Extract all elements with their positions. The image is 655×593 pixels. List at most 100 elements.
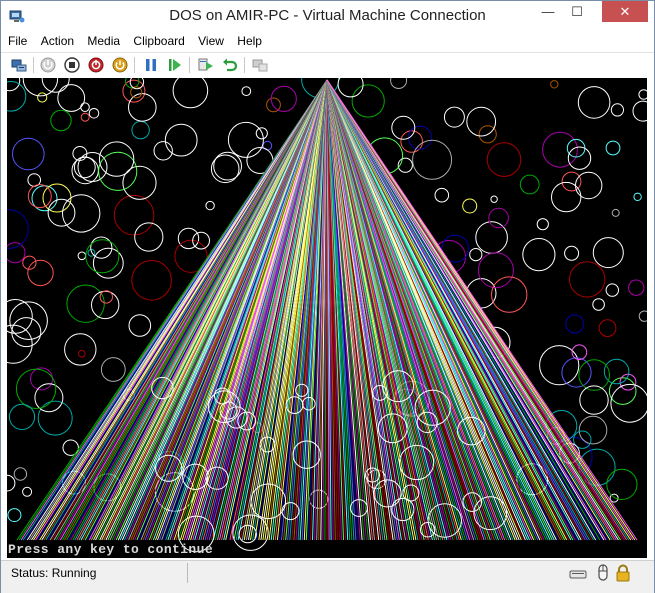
screen-circle (13, 467, 28, 481)
vm-display[interactable]: Press any key to continue (7, 78, 647, 558)
menu-file[interactable]: File (3, 31, 32, 51)
mouse-icon (598, 564, 608, 581)
screen-circle (37, 92, 48, 103)
screen-circle (519, 174, 540, 195)
screen-circle (50, 109, 72, 132)
screen-circle (407, 125, 432, 150)
toolbar-separator (134, 57, 135, 73)
menu-help[interactable]: Help (232, 31, 267, 51)
toolbar (1, 52, 654, 77)
screen-circle (351, 84, 385, 118)
screen-circle (412, 139, 453, 180)
screen-circle (611, 208, 620, 217)
ctrl-alt-del-icon[interactable] (10, 56, 28, 74)
toolbar-separator (189, 57, 190, 73)
lock-icon (616, 564, 630, 582)
screen-circle (41, 78, 70, 93)
screen-circle (205, 200, 215, 211)
screen-circle (47, 198, 76, 227)
minimize-button[interactable]: — (534, 1, 562, 22)
screen-circle (22, 486, 33, 497)
keyboard-icon (569, 570, 587, 579)
screen-circle (391, 115, 416, 140)
screen-circle (598, 319, 617, 338)
screen-circle (592, 298, 605, 311)
status-separator (187, 563, 188, 583)
screen-circle (113, 194, 155, 236)
screen-circle (7, 508, 22, 523)
screen-circle (27, 259, 54, 287)
power-icon[interactable] (111, 56, 129, 74)
menu-bar: File Action Media Clipboard View Help (1, 31, 654, 51)
screen-circle (241, 86, 252, 97)
screen-circle (466, 106, 497, 137)
screen-circle (11, 137, 45, 171)
screen-circle (122, 165, 157, 200)
screen-circle (77, 251, 87, 261)
screen-circle (605, 140, 621, 156)
screen-circle (210, 154, 240, 184)
screen-circle (462, 198, 478, 214)
screen-circle (536, 218, 549, 231)
shut-down-icon[interactable] (87, 56, 105, 74)
toolbar-separator (244, 57, 245, 73)
title-bar[interactable]: DOS on AMIR-PC - Virtual Machine Connect… (1, 1, 654, 31)
screen-circle (7, 324, 33, 364)
screen-circle (578, 415, 608, 445)
screen-circle (270, 85, 297, 112)
screen-circle (638, 89, 647, 100)
status-text: Status: Running (11, 566, 97, 580)
screen-circle (11, 317, 42, 348)
screen-circle (443, 106, 465, 128)
screen-circle (78, 349, 86, 358)
pause-icon[interactable] (142, 56, 160, 74)
status-bar: Status: Running (1, 560, 654, 593)
revert-icon[interactable] (221, 56, 239, 74)
close-button[interactable]: ✕ (602, 1, 648, 22)
maximize-button[interactable]: ☐ (563, 1, 591, 22)
vm-connection-window: DOS on AMIR-PC - Virtual Machine Connect… (0, 0, 655, 593)
screen-circle (100, 357, 126, 382)
screen-circle (227, 121, 264, 158)
screen-circle (91, 290, 120, 320)
console-prompt: Press any key to continue (8, 542, 214, 557)
menu-media[interactable]: Media (82, 31, 125, 51)
screen-circle (434, 187, 450, 203)
screen-circle (131, 260, 172, 301)
save-state-icon[interactable] (197, 56, 215, 74)
toolbar-separator (33, 57, 34, 73)
resume-icon[interactable] (166, 56, 184, 74)
enhanced-session-icon[interactable] (251, 56, 269, 74)
screen-circle (164, 123, 198, 157)
screen-circle (131, 120, 150, 140)
screen-circle (88, 108, 100, 119)
start-icon[interactable] (39, 56, 57, 74)
screen-circle (7, 81, 27, 112)
screen-circle (638, 310, 647, 322)
screen-circle (7, 78, 21, 92)
screen-circle (569, 261, 606, 298)
screen-circle (610, 103, 625, 117)
screen-circle (606, 468, 638, 500)
screen-circle (390, 78, 408, 89)
screen-circle (551, 181, 582, 213)
menu-clipboard[interactable]: Clipboard (128, 31, 189, 51)
screen-circle (565, 314, 585, 334)
screen-circle (64, 333, 97, 366)
screen-circle (99, 290, 114, 304)
screen-circle (561, 357, 592, 388)
screen-circle (134, 222, 164, 252)
menu-action[interactable]: Action (36, 31, 79, 51)
screen-graphics (7, 78, 647, 553)
screen-circle (7, 242, 26, 264)
screen-circle (34, 383, 64, 413)
screen-circle (539, 345, 580, 386)
screen-circle (469, 248, 483, 262)
turn-off-icon[interactable] (63, 56, 81, 74)
screen-circle (486, 142, 522, 177)
screen-circle (172, 78, 209, 109)
screen-circle (628, 279, 645, 296)
menu-view[interactable]: View (193, 31, 229, 51)
screen-circle (8, 403, 36, 430)
screen-circle (37, 400, 73, 436)
